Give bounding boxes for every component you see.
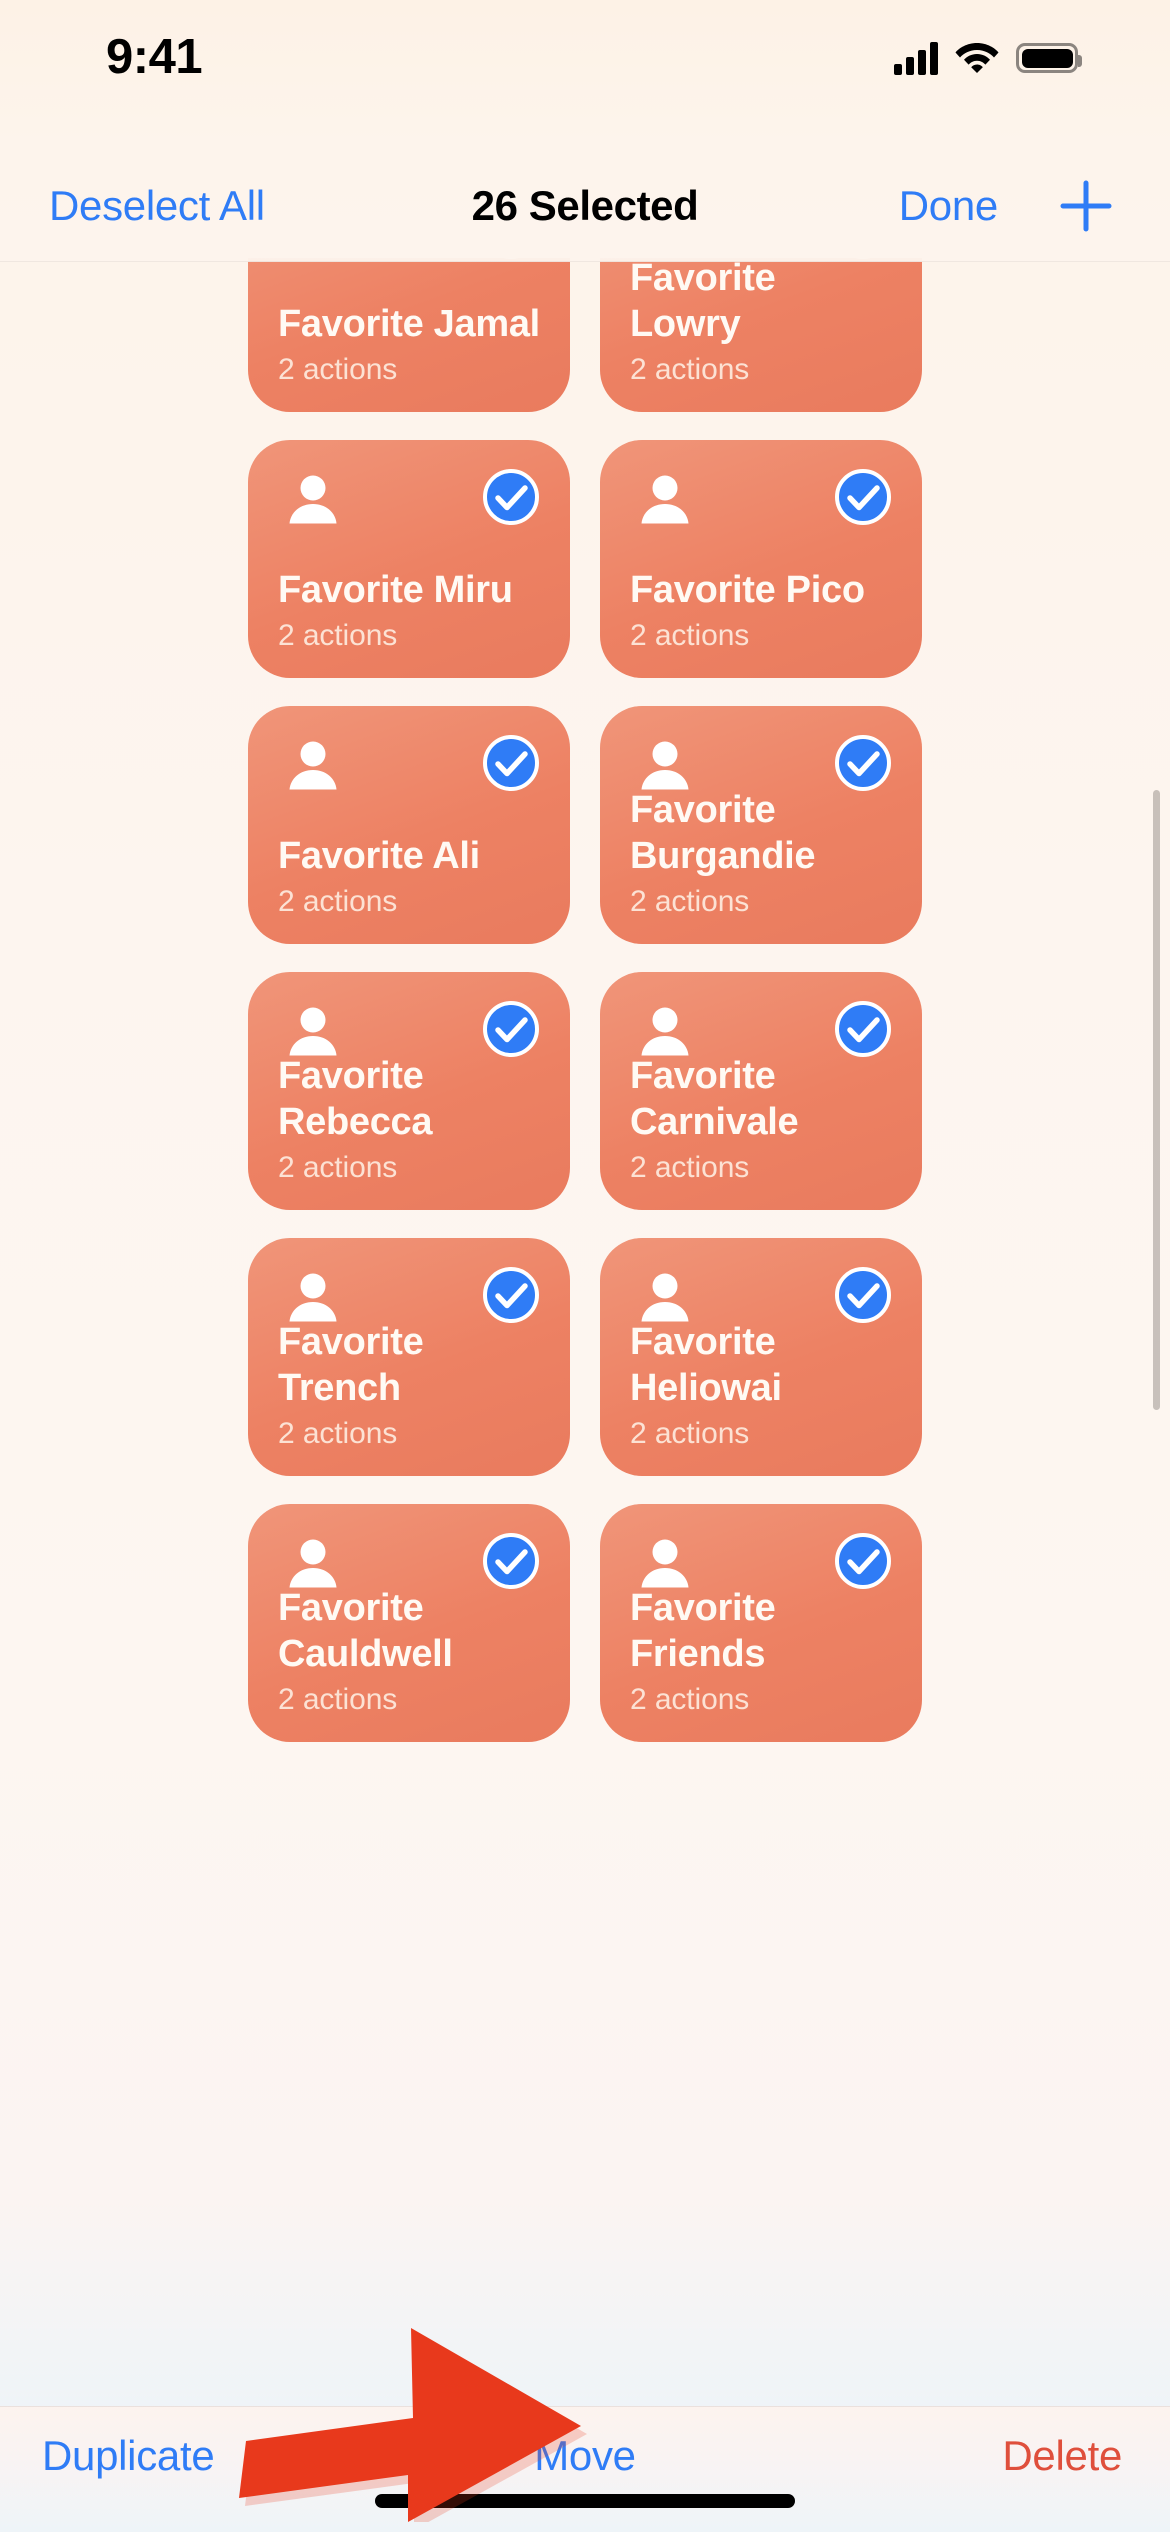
shortcut-card-title: Favorite Carnivale — [630, 1055, 799, 1143]
shortcut-card-title: Favorite Cauldwell — [278, 1587, 453, 1675]
shortcut-card-subtitle: 2 actions — [630, 1151, 750, 1184]
shortcut-card[interactable]: Favorite Rebecca 2 actions — [248, 972, 570, 1210]
person-icon — [634, 1268, 696, 1330]
status-bar: 9:41 — [0, 0, 1170, 150]
selected-checkmark-icon[interactable] — [834, 468, 892, 526]
shortcut-card-title: Favorite Lowry — [630, 258, 776, 345]
vertical-scrollbar[interactable] — [1153, 790, 1160, 1410]
shortcut-card-subtitle: 2 actions — [630, 1683, 750, 1716]
person-icon — [634, 1534, 696, 1596]
shortcut-card-subtitle: 2 actions — [278, 353, 398, 386]
person-icon — [282, 1534, 344, 1596]
move-button[interactable]: Move — [0, 2432, 1170, 2480]
shortcut-card[interactable]: Favorite Jamal 2 actions — [248, 258, 570, 412]
bottom-action-toolbar: Duplicate Move Delete — [0, 2406, 1170, 2532]
shortcut-card-title: Favorite Ali — [278, 835, 480, 877]
status-bar-time: 9:41 — [106, 30, 203, 84]
person-icon — [634, 470, 696, 532]
delete-button[interactable]: Delete — [1002, 2432, 1122, 2480]
selected-checkmark-icon[interactable] — [834, 1532, 892, 1590]
person-icon — [282, 1002, 344, 1064]
shortcuts-grid: Favorite Jamal 2 actions Favorite Lowry 2 a… — [0, 258, 1170, 1742]
shortcut-card[interactable]: Favorite Ali 2 actions — [248, 706, 570, 944]
shortcut-card-title: Favorite Miru — [278, 569, 513, 611]
person-icon — [282, 736, 344, 798]
shortcut-card-title: Favorite Friends — [630, 1587, 776, 1675]
shortcut-card[interactable]: Favorite Carnivale 2 actions — [600, 972, 922, 1210]
selected-checkmark-icon[interactable] — [834, 1266, 892, 1324]
shortcut-card[interactable]: Favorite Lowry 2 actions — [600, 258, 922, 412]
shortcut-card[interactable]: Favorite Burgandie 2 actions — [600, 706, 922, 944]
shortcut-card-subtitle: 2 actions — [278, 1683, 398, 1716]
shortcut-card-subtitle: 2 actions — [630, 619, 750, 652]
shortcut-card-title: Favorite Heliowai — [630, 1321, 782, 1409]
selected-checkmark-icon[interactable] — [482, 1532, 540, 1590]
shortcut-card[interactable]: Favorite Pico 2 actions — [600, 440, 922, 678]
shortcut-card[interactable]: Favorite Cauldwell 2 actions — [248, 1504, 570, 1742]
selected-checkmark-icon[interactable] — [482, 1266, 540, 1324]
shortcut-card-title: Favorite Trench — [278, 1321, 424, 1409]
shortcut-card-title: Favorite Rebecca — [278, 1055, 433, 1143]
selected-checkmark-icon[interactable] — [482, 1000, 540, 1058]
shortcut-card[interactable]: Favorite Miru 2 actions — [248, 440, 570, 678]
shortcut-card-subtitle: 2 actions — [278, 619, 398, 652]
selected-checkmark-icon[interactable] — [834, 734, 892, 792]
navigation-bar: Deselect All 26 Selected Done — [0, 150, 1170, 262]
shortcut-card[interactable]: Favorite Friends 2 actions — [600, 1504, 922, 1742]
selected-checkmark-icon[interactable] — [834, 1000, 892, 1058]
shortcut-card-title: Favorite Pico — [630, 569, 865, 611]
person-icon — [634, 1002, 696, 1064]
shortcut-card-subtitle: 2 actions — [278, 885, 398, 918]
shortcut-card-subtitle: 2 actions — [630, 1417, 750, 1450]
done-button[interactable]: Done — [899, 182, 999, 230]
shortcut-card-subtitle: 2 actions — [278, 1151, 398, 1184]
wifi-icon — [955, 39, 999, 78]
person-icon — [282, 1268, 344, 1330]
selected-checkmark-icon[interactable] — [482, 734, 540, 792]
shortcut-card[interactable]: Favorite Trench 2 actions — [248, 1238, 570, 1476]
battery-full-icon — [1016, 43, 1082, 73]
shortcut-card-title: Favorite Jamal — [278, 303, 540, 345]
person-icon — [282, 470, 344, 532]
shortcut-card-title: Favorite Burgandie — [630, 789, 816, 877]
plus-icon[interactable] — [1057, 177, 1115, 235]
shortcuts-grid-scroll-area[interactable]: Favorite Jamal 2 actions Favorite Lowry 2 a… — [0, 258, 1170, 2406]
home-indicator — [375, 2494, 795, 2508]
shortcut-card-subtitle: 2 actions — [630, 885, 750, 918]
phone-screen: 9:41 Deselect All 26 Selected Done Favor… — [0, 0, 1170, 2532]
shortcut-card-subtitle: 2 actions — [630, 353, 750, 386]
shortcut-card[interactable]: Favorite Heliowai 2 actions — [600, 1238, 922, 1476]
person-icon — [634, 736, 696, 798]
shortcut-card-subtitle: 2 actions — [278, 1417, 398, 1450]
cellular-signal-icon — [894, 41, 938, 75]
status-bar-icons — [894, 34, 1082, 82]
selected-checkmark-icon[interactable] — [482, 468, 540, 526]
